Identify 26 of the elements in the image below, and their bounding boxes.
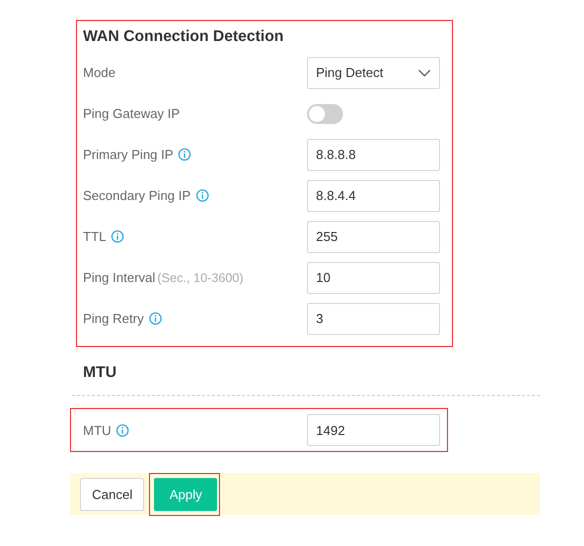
info-icon[interactable] — [178, 148, 192, 161]
input-field[interactable]: 1492 — [307, 414, 440, 446]
info-icon[interactable] — [111, 230, 124, 243]
mode-dropdown[interactable]: Ping Detect — [307, 56, 440, 88]
toggle-switch[interactable] — [307, 104, 343, 124]
field-label: MTU — [83, 422, 112, 438]
input-field[interactable]: 255 — [307, 220, 440, 252]
field-label: Secondary Ping IP — [83, 188, 191, 203]
field-label: Primary Ping IP — [83, 147, 174, 162]
field-label: TTL — [83, 229, 106, 244]
info-icon[interactable] — [196, 189, 209, 202]
field-label: Ping Interval — [83, 270, 156, 285]
chevron-down-icon — [418, 68, 431, 76]
field-label: Ping Gateway IP — [83, 106, 180, 121]
input-field[interactable]: 8.8.8.8 — [307, 138, 440, 170]
section-title: WAN Connection Detection — [83, 27, 285, 47]
input-field[interactable]: 3 — [307, 302, 440, 334]
field-label: Mode — [83, 65, 116, 80]
input-field[interactable]: 8.8.4.4 — [307, 180, 440, 212]
field-label: Ping Retry — [83, 311, 144, 326]
input-field[interactable]: 10 — [307, 262, 440, 294]
info-icon[interactable] — [116, 424, 130, 436]
section-title: MTU — [83, 364, 118, 383]
info-icon[interactable] — [148, 312, 162, 325]
field-hint: (Sec., 10-3600) — [157, 270, 244, 284]
cancel-button[interactable]: Cancel — [80, 478, 144, 510]
